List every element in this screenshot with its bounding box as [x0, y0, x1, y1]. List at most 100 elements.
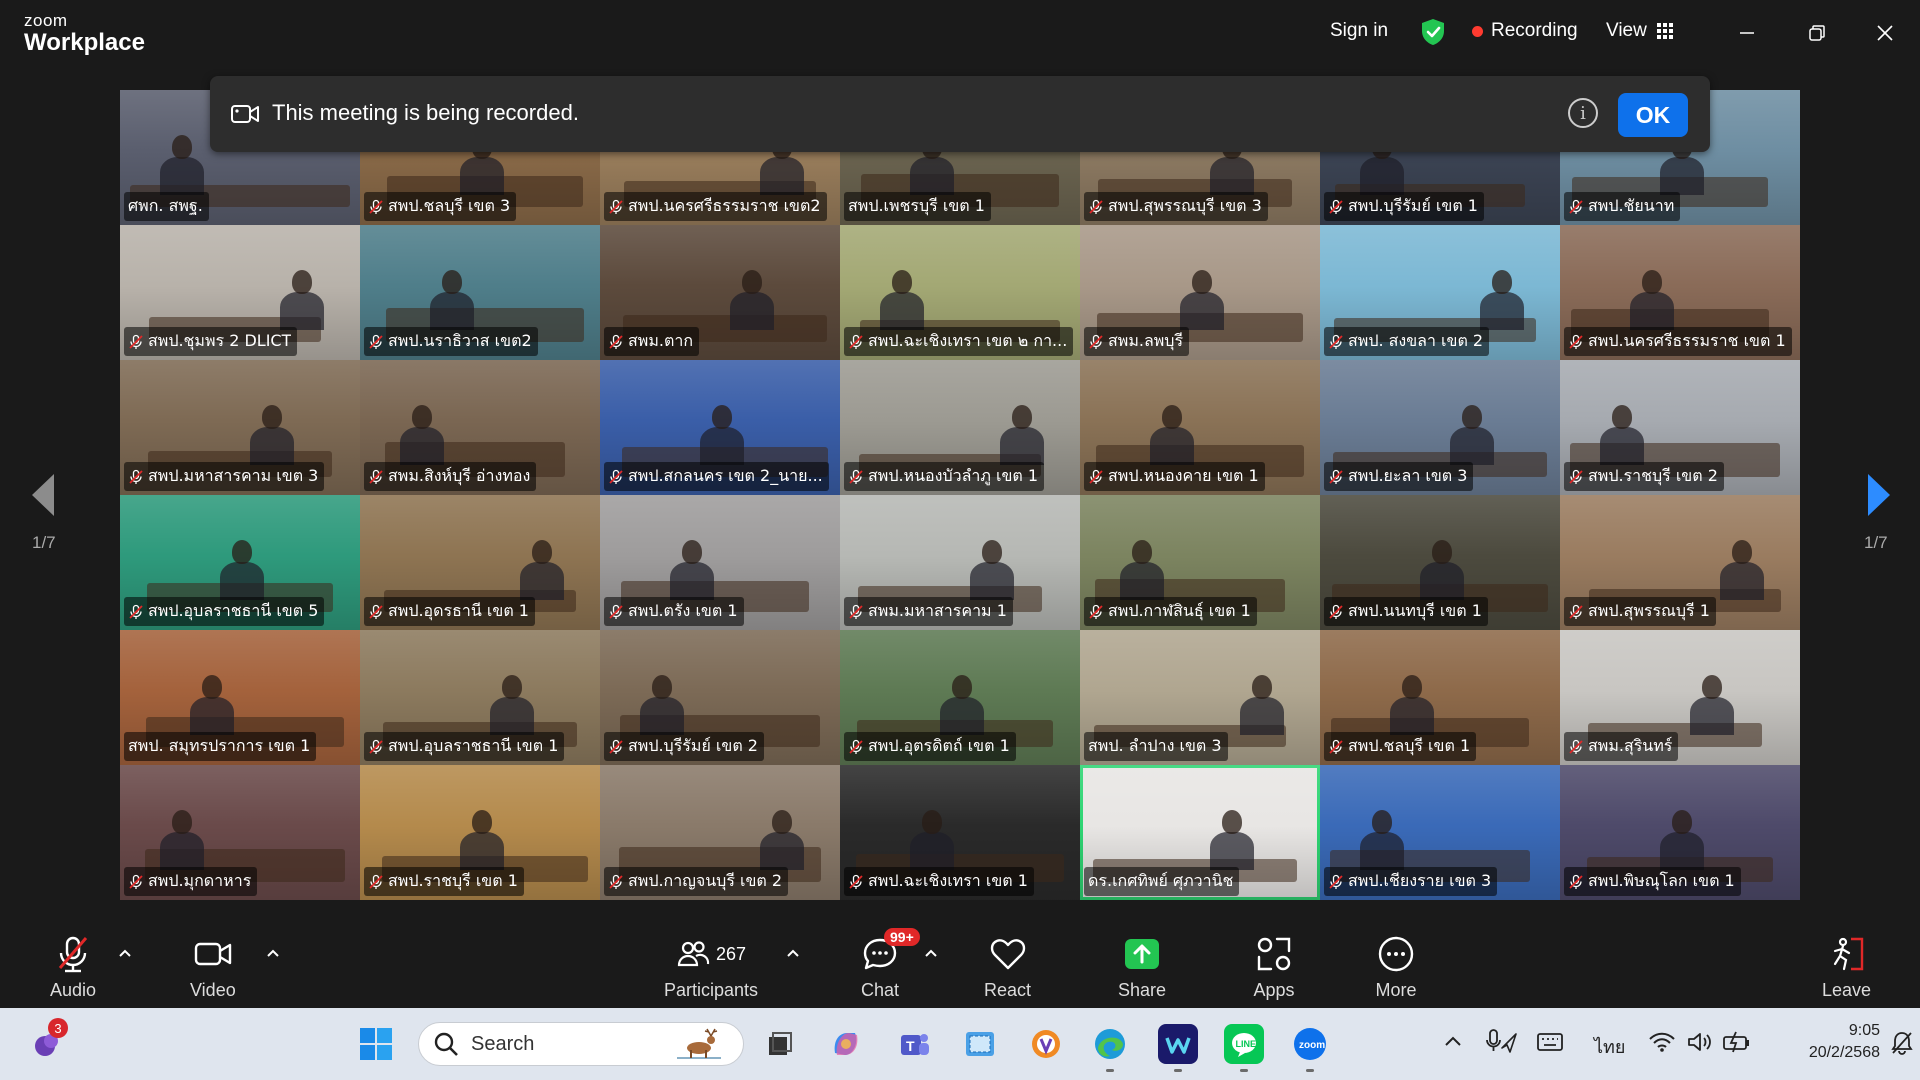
participant-video-tile[interactable]: สพป.ยะลา เขต 3 [1320, 360, 1560, 495]
wifi-icon[interactable] [1648, 1030, 1676, 1054]
participant-video-tile[interactable]: สพป.นราธิวาส เขต2 [360, 225, 600, 360]
mic-muted-icon [1329, 604, 1343, 619]
participant-name: สพป.ยะลา เขต 3 [1348, 466, 1468, 485]
keyboard-icon[interactable] [1536, 1030, 1564, 1054]
participant-name-tag: สพป.ยะลา เขต 3 [1324, 462, 1474, 491]
participant-video-tile[interactable]: สพป.หนองบัวลำภู เขต 1 [840, 360, 1080, 495]
participant-video-tile[interactable]: สพป.กาญจนบุรี เขต 2 [600, 765, 840, 900]
restore-button[interactable] [1800, 16, 1834, 50]
participant-name-tag: สพป.หนองบัวลำภู เขต 1 [844, 462, 1045, 491]
participant-video-tile[interactable]: สพป.พิษณุโลก เขต 1 [1560, 765, 1800, 900]
start-button[interactable] [356, 1024, 396, 1064]
participants-options-chevron-icon[interactable] [786, 948, 800, 958]
participant-video-tile[interactable]: สพป.อุตรดิตถ์ เขต 1 [840, 630, 1080, 765]
participant-video-tile[interactable]: สพป.กาฬสินธุ์ เขต 1 [1080, 495, 1320, 630]
webex-icon[interactable] [1158, 1024, 1198, 1072]
participant-video-tile[interactable]: สพม.สิงห์บุรี อ่างทอง [360, 360, 600, 495]
participant-video-tile[interactable]: สพม.มหาสารคาม 1 [840, 495, 1080, 630]
participant-video-tile[interactable]: สพป. ลำปาง เขต 3 [1080, 630, 1320, 765]
teams-icon[interactable]: T [894, 1024, 934, 1064]
participant-video-tile[interactable]: สพป.อุดรธานี เขต 1 [360, 495, 600, 630]
participant-video-tile[interactable]: สพป.ฉะเชิงเทรา เขต ๒ กา... [840, 225, 1080, 360]
sign-in-button[interactable]: Sign in [1330, 20, 1388, 42]
participant-video-tile[interactable]: ดร.เกศทิพย์ ศุภวานิช [1080, 765, 1320, 900]
volume-icon[interactable] [1686, 1030, 1714, 1054]
participant-video-tile[interactable]: สพป.หนองคาย เขต 1 [1080, 360, 1320, 495]
taskbar-search-box[interactable]: Search [418, 1022, 744, 1066]
system-clock[interactable]: 9:05 20/2/2568 [1770, 1020, 1880, 1064]
snipping-tool-icon[interactable] [960, 1024, 1000, 1064]
person-body [940, 697, 984, 735]
participant-video-tile[interactable]: สพป.ตรัง เขต 1 [600, 495, 840, 630]
ok-button[interactable]: OK [1618, 93, 1688, 137]
chat-button[interactable]: 99+ Chat [858, 928, 920, 1001]
minimize-button[interactable] [1730, 16, 1764, 50]
participant-video-tile[interactable]: สพป.สกลนคร เขต 2_นาย... [600, 360, 840, 495]
person-body [1150, 427, 1194, 465]
info-icon[interactable]: i [1568, 98, 1598, 128]
widgets-app-icon[interactable]: 3 [28, 1018, 68, 1064]
close-window-button[interactable] [1868, 16, 1902, 50]
microphone-in-use-icon[interactable] [1486, 1028, 1518, 1056]
video-options-chevron-icon[interactable] [266, 948, 280, 958]
view-button[interactable]: View [1606, 20, 1673, 42]
copilot-icon[interactable] [826, 1024, 866, 1064]
video-button[interactable]: Video [190, 932, 236, 1001]
participant-video-tile[interactable]: สพป. สมุทรปราการ เขต 1 [120, 630, 360, 765]
participant-name-tag: สพป.ราชบุรี เขต 2 [1564, 462, 1724, 491]
participant-video-tile[interactable]: สพป.สุพรรณบุรี 1 [1560, 495, 1800, 630]
participant-video-tile[interactable]: สพป.มหาสารคาม เขต 3 [120, 360, 360, 495]
participant-video-tile[interactable]: สพม.สุรินทร์ [1560, 630, 1800, 765]
line-app-icon[interactable]: LINE [1224, 1024, 1264, 1072]
participant-video-tile[interactable]: สพป.นครศรีธรรมราช เขต 1 [1560, 225, 1800, 360]
battery-charging-icon[interactable] [1722, 1030, 1754, 1054]
notification-bell-icon[interactable] [1890, 1030, 1914, 1056]
participant-video-tile[interactable]: สพป.อุบลราชธานี เขต 1 [360, 630, 600, 765]
vpn-app-icon[interactable] [1026, 1024, 1066, 1064]
clock-time: 9:05 [1848, 1022, 1880, 1039]
participant-video-tile[interactable]: สพป.ราชบุรี เขต 2 [1560, 360, 1800, 495]
participant-video-tile[interactable]: สพป.อุบลราชธานี เขต 5 [120, 495, 360, 630]
security-shield-icon[interactable] [1420, 18, 1446, 46]
participant-video-tile[interactable]: สพป.ชุมพร 2 DLICT [120, 225, 360, 360]
participant-name: สพป.อุบลราชธานี เขต 1 [388, 736, 559, 755]
leave-button[interactable]: Leave [1822, 932, 1871, 1001]
participant-video-tile[interactable]: สพป. สงขลา เขต 2 [1320, 225, 1560, 360]
show-hidden-icons-chevron-icon[interactable] [1444, 1034, 1462, 1048]
participant-video-tile[interactable]: สพป.นนทบุรี เขต 1 [1320, 495, 1560, 630]
participant-video-tile[interactable]: สพป.บุรีรัมย์ เขต 2 [600, 630, 840, 765]
person-head [1192, 270, 1212, 294]
recording-indicator[interactable]: Recording [1472, 20, 1578, 42]
mic-muted-icon [369, 469, 383, 484]
participant-video-tile[interactable]: สพม.ตาก [600, 225, 840, 360]
participant-video-tile[interactable]: สพป.มุกดาหาร [120, 765, 360, 900]
grid-view-icon [1656, 23, 1673, 39]
participant-video-tile[interactable]: สพป.ฉะเชิงเทรา เขต 1 [840, 765, 1080, 900]
zoom-app-icon[interactable]: zoom [1290, 1024, 1330, 1072]
participant-video-tile[interactable]: สพป.ชลบุรี เขต 1 [1320, 630, 1560, 765]
participant-name: สพป.ราชบุรี เขต 1 [388, 871, 518, 890]
mic-muted-icon [369, 604, 383, 619]
participant-video-tile[interactable]: สพป.ราชบุรี เขต 1 [360, 765, 600, 900]
audio-options-chevron-icon[interactable] [118, 948, 132, 958]
participant-name-tag: สพป.อุบลราชธานี เขต 5 [124, 597, 325, 626]
edge-browser-icon[interactable] [1090, 1024, 1130, 1072]
more-button[interactable]: More [1374, 932, 1418, 1001]
participants-button[interactable]: 267 Participants [664, 932, 758, 1001]
previous-page-arrow-icon[interactable] [28, 470, 58, 520]
react-button[interactable]: React [984, 932, 1031, 1001]
person-body [760, 832, 804, 870]
task-view-icon[interactable] [760, 1024, 800, 1064]
share-button[interactable]: Share [1118, 932, 1166, 1001]
more-dots-icon [1374, 932, 1418, 976]
input-language-indicator[interactable]: ไทย [1594, 1032, 1625, 1061]
chat-options-chevron-icon[interactable] [924, 948, 938, 958]
next-page-arrow-icon[interactable] [1864, 470, 1894, 520]
participant-video-tile[interactable]: สพป.เชียงราย เขต 3 [1320, 765, 1560, 900]
chat-label: Chat [860, 980, 900, 1000]
person-body [1660, 832, 1704, 870]
mic-muted-icon [609, 874, 623, 889]
apps-button[interactable]: Apps [1252, 932, 1296, 1001]
audio-button[interactable]: Audio [50, 932, 96, 1001]
participant-video-tile[interactable]: สพม.ลพบุรี [1080, 225, 1320, 360]
